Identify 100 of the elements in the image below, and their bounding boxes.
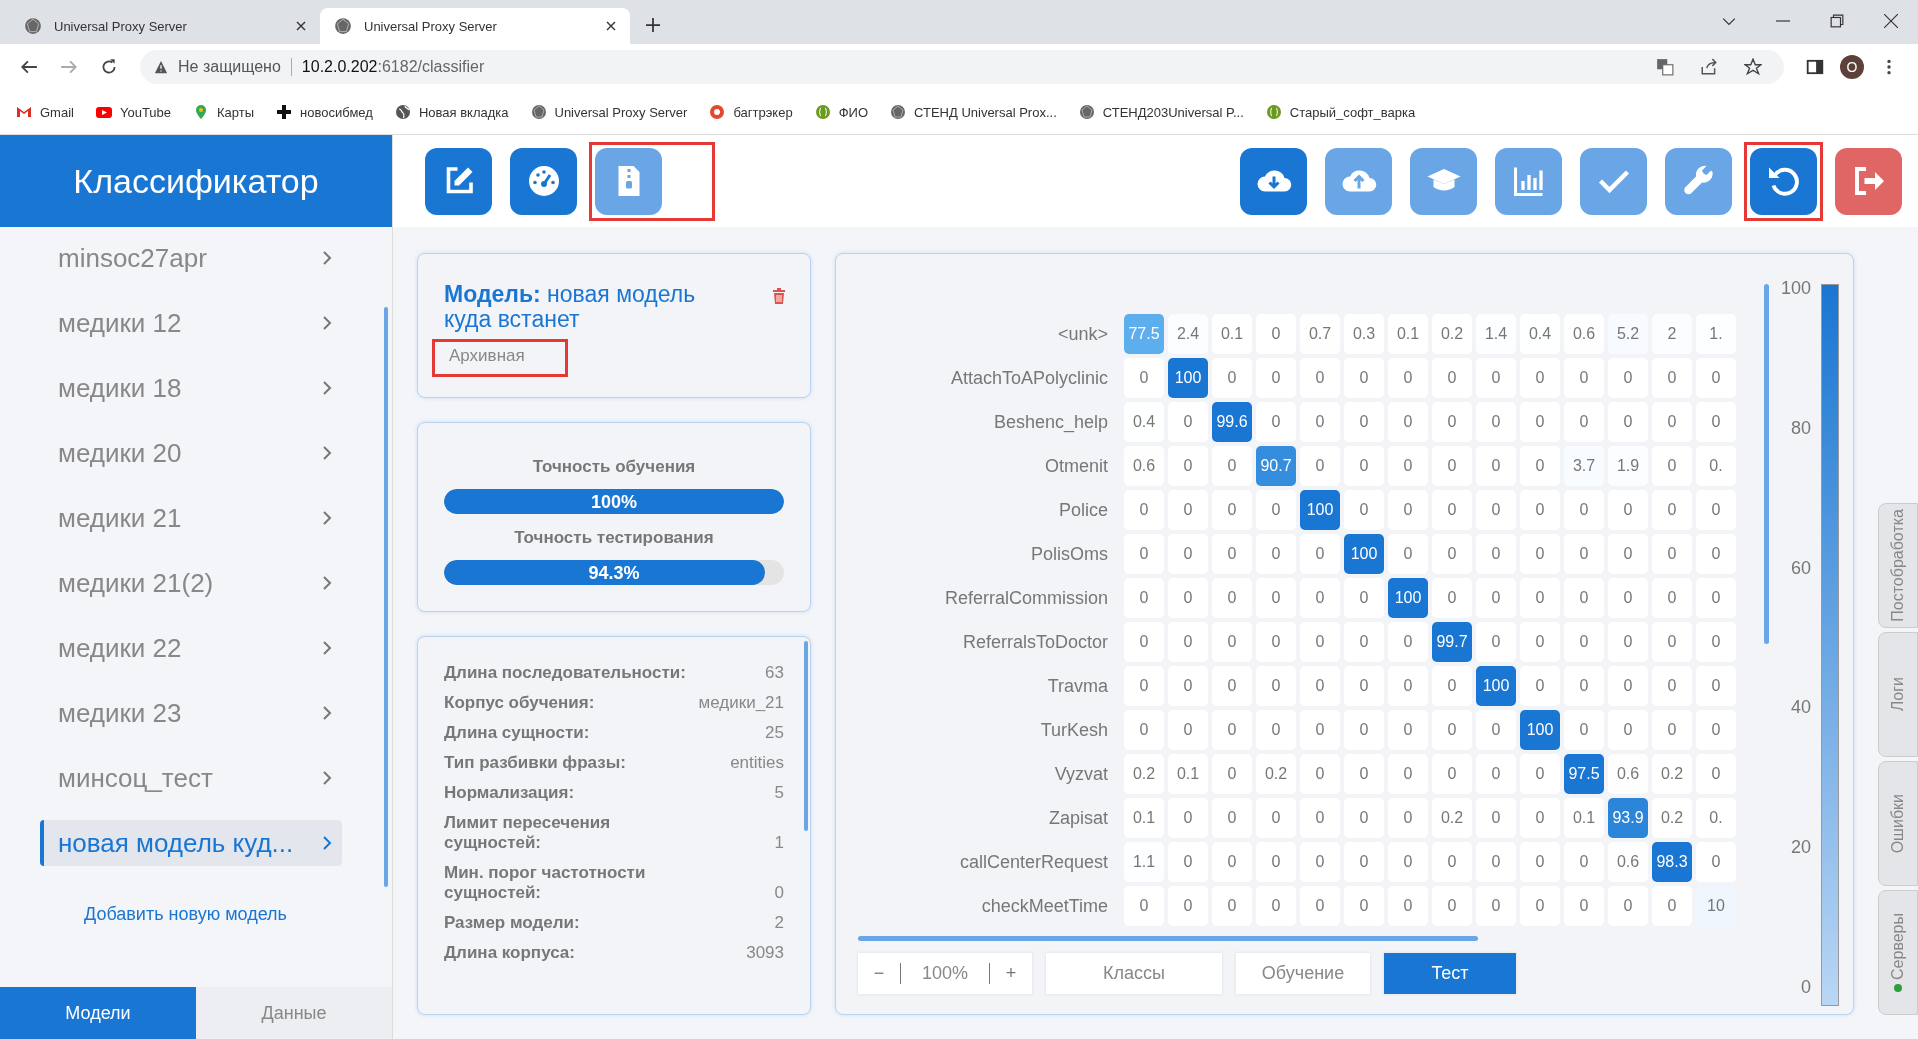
matrix-cell: 0 [1652, 534, 1692, 574]
bookmark[interactable]: Gmail [16, 104, 74, 120]
side-panel-icon[interactable] [1806, 58, 1824, 76]
dashboard-button[interactable] [510, 147, 577, 215]
bookmark[interactable]: СТЕНД203Universal P... [1078, 104, 1244, 120]
bookmark[interactable]: Старый_софт_варка [1265, 104, 1416, 120]
download-button[interactable] [1240, 147, 1307, 215]
zoom-in-button[interactable]: + [990, 962, 1032, 985]
matrix-cell: 0 [1476, 358, 1516, 398]
new-tab-icon[interactable] [646, 18, 660, 32]
matrix-cell: 0 [1256, 314, 1296, 354]
param-label: Мин. порог частотности сущностей: [444, 862, 647, 903]
class-label: callCenterRequest [958, 851, 1109, 873]
matrix-cell: 0 [1388, 710, 1428, 750]
braces-icon [1265, 104, 1282, 120]
matrix-cell: 0 [1520, 402, 1560, 442]
bookmark[interactable]: Universal Proxy Server [530, 104, 688, 120]
bookmark[interactable]: YouTube [95, 104, 172, 120]
side-tab[interactable]: Логи [1878, 632, 1918, 757]
model-list-item[interactable]: медики 21 [40, 495, 342, 541]
bookmark[interactable]: багтрэкер [709, 104, 793, 120]
matrix-cell: 0 [1476, 534, 1516, 574]
class-label: checkMeetTime [980, 895, 1109, 917]
side-tab[interactable]: Ошибки [1878, 761, 1918, 886]
matrix-cell: 0 [1388, 358, 1428, 398]
matrix-cell: 0 [1168, 622, 1208, 662]
sidebar-tab[interactable]: Данные [196, 987, 392, 1039]
translate-icon[interactable] [1656, 58, 1674, 76]
matrix-cell: 0 [1124, 666, 1164, 706]
matrix-cell: 0 [1696, 534, 1736, 574]
delete-icon[interactable] [772, 288, 786, 304]
scrollbar[interactable] [804, 640, 808, 831]
matrix-cell: 0 [1212, 534, 1252, 574]
matrix-cell: 0 [1652, 622, 1692, 662]
back-icon[interactable] [20, 58, 38, 76]
matrix-cell: 0 [1432, 754, 1472, 794]
model-list-item[interactable]: новая модель куд... [40, 820, 342, 866]
model-list-item[interactable]: минсоц_тест [40, 755, 342, 801]
add-model-link[interactable]: Добавить новую модель [84, 904, 384, 925]
model-list-item[interactable]: медики 23 [40, 690, 342, 736]
matrix-cell: 90.7 [1256, 446, 1296, 486]
model-list-item[interactable]: медики 20 [40, 430, 342, 476]
restore-icon[interactable] [1830, 14, 1844, 28]
view-button[interactable]: Обучение [1236, 953, 1370, 994]
matrix-cell: 0 [1212, 622, 1252, 662]
browser-tab[interactable]: Universal Proxy Server [320, 8, 630, 44]
matrix-cell: 0 [1696, 666, 1736, 706]
matrix-cell: 0 [1696, 358, 1736, 398]
matrix-cell: 0 [1476, 710, 1516, 750]
browser-tab[interactable]: Universal Proxy Server [10, 8, 320, 44]
model-list-item[interactable]: медики 22 [40, 625, 342, 671]
share-icon[interactable] [1700, 58, 1718, 76]
close-icon[interactable] [606, 21, 616, 31]
matrix-cell: 0 [1344, 710, 1384, 750]
matrix-cell: 98.3 [1652, 842, 1692, 882]
chevron-right-icon [322, 510, 332, 526]
bookmark[interactable]: новосибмед [276, 104, 373, 120]
matrix-cell: 0 [1476, 798, 1516, 838]
param-value: медики_21 [698, 692, 784, 713]
model-list-item[interactable]: медики 21(2) [40, 560, 342, 606]
matrix-cell: 0 [1652, 358, 1692, 398]
undo-button[interactable] [1750, 147, 1817, 215]
view-button[interactable]: Тест [1384, 953, 1516, 994]
model-list-item[interactable]: медики 18 [40, 365, 342, 411]
zoom-out-button[interactable]: − [858, 962, 900, 985]
close-icon[interactable] [1884, 14, 1898, 28]
matrix-cell: 0 [1652, 446, 1692, 486]
chevron-right-icon [322, 380, 332, 396]
reload-icon[interactable] [100, 58, 118, 76]
matrix-cell: 0 [1608, 886, 1648, 926]
bookmark[interactable]: Карты [193, 104, 255, 120]
logout-button[interactable] [1835, 147, 1902, 215]
matrix-cell: 0 [1476, 578, 1516, 618]
sidebar-tab[interactable]: Модели [0, 987, 196, 1039]
bookmark[interactable]: Новая вкладка [394, 104, 509, 120]
matrix-cell: 0 [1608, 710, 1648, 750]
bookmark[interactable]: ФИО [814, 104, 868, 120]
matrix-cell: 0.4 [1124, 402, 1164, 442]
scale-tick: 0 [1800, 977, 1811, 998]
accuracy-label: Точность тестирования [513, 527, 715, 548]
view-button[interactable]: Классы [1046, 953, 1222, 994]
matrix-cell: 100 [1476, 666, 1516, 706]
model-list-item[interactable]: медики 12 [40, 300, 342, 346]
bookmark[interactable]: СТЕНД Universal Prox... [890, 104, 1057, 120]
param-label: Размер модели: [444, 912, 581, 933]
side-tab[interactable]: Постобработка [1878, 503, 1918, 628]
matrix-cell: 0 [1520, 534, 1560, 574]
edit-button[interactable] [425, 147, 492, 215]
matrix-cell: 0 [1696, 710, 1736, 750]
scrollbar[interactable] [858, 936, 1478, 941]
matrix-cell: 0 [1212, 710, 1252, 750]
address-bar[interactable]: Не защищено 10.2.0.202:6182/classifier [140, 50, 1784, 84]
model-list-item[interactable]: minsoc27apr [40, 235, 342, 281]
scrollbar[interactable] [384, 307, 388, 887]
scrollbar[interactable] [1764, 284, 1769, 644]
matrix-cell: 0 [1300, 446, 1340, 486]
profile-avatar[interactable]: O [1840, 55, 1864, 79]
close-icon[interactable] [296, 21, 306, 31]
star-icon[interactable] [1744, 58, 1762, 76]
side-tab[interactable]: Серверы [1878, 890, 1918, 1015]
